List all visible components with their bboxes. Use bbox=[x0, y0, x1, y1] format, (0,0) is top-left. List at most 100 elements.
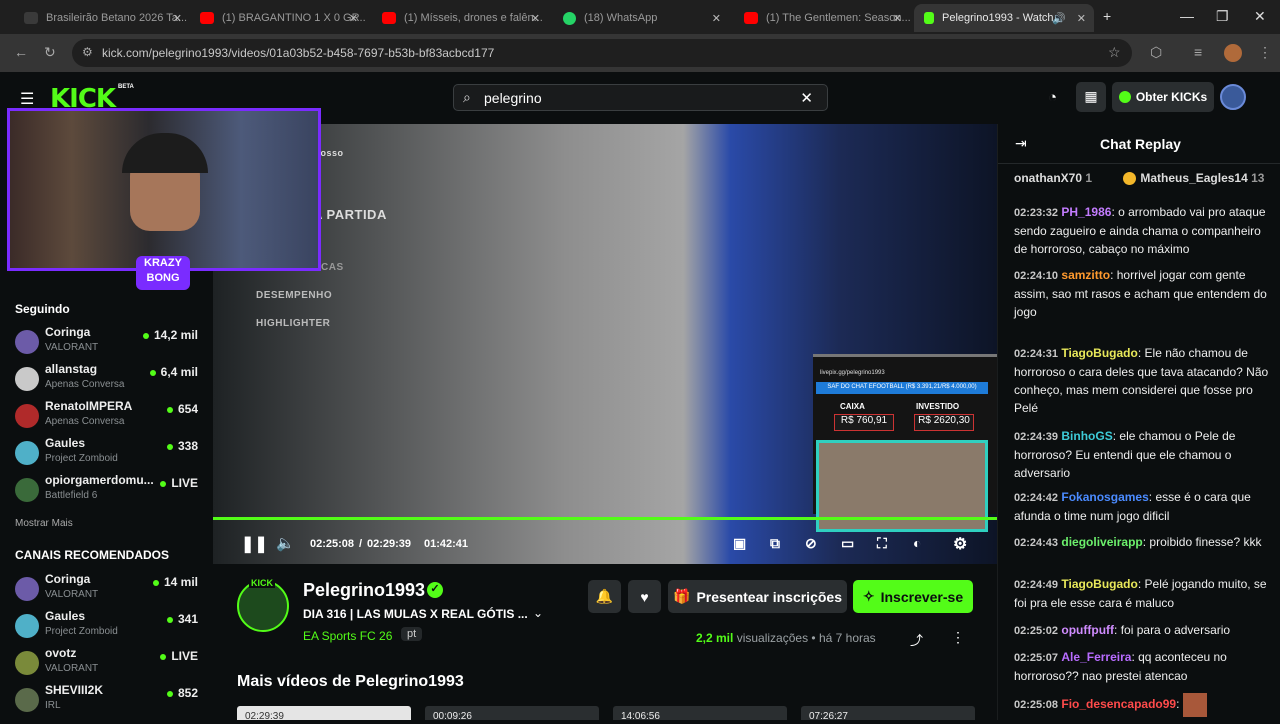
new-tab-icon[interactable]: + bbox=[1103, 8, 1111, 24]
browser-tab[interactable]: (18) WhatsApp ✕ bbox=[553, 4, 729, 32]
chat-message: 02:23:32 PH_1986: o arrombado vai pro at… bbox=[1014, 203, 1269, 258]
chat-message: 02:24:10 samzitto: horrivel jogar com ge… bbox=[1014, 266, 1269, 321]
settings-gear-icon[interactable]: ⚙ bbox=[953, 534, 967, 554]
krazy-bong-logo: KRAZY BONG bbox=[136, 256, 190, 290]
close-window-icon[interactable]: ✕ bbox=[1254, 8, 1266, 25]
browser-menu-icon[interactable]: ⋮ bbox=[1258, 44, 1272, 61]
message-username[interactable]: TiagoBugado bbox=[1061, 577, 1137, 591]
fullscreen-icon[interactable]: ⛶ bbox=[877, 535, 887, 552]
sidebar-channel[interactable]: allanstag Apenas Conversa 6,4 mil bbox=[15, 361, 205, 397]
sidebar-channel[interactable]: Coringa VALORANT 14 mil bbox=[15, 571, 205, 607]
cast-icon[interactable]: ◐ bbox=[913, 535, 921, 551]
channel-name[interactable]: Pelegrino1993 bbox=[303, 580, 425, 601]
stream-title: DIA 316 | LAS MULAS X REAL GÓTIS ... bbox=[303, 607, 528, 621]
message-username[interactable]: Fokanosgames bbox=[1061, 490, 1148, 504]
beta-label: BETA bbox=[118, 84, 134, 90]
message-username[interactable]: Ale_Ferreira bbox=[1061, 650, 1131, 664]
sidebar-channel[interactable]: opiorgamerdomu... Battlefield 6 LIVE bbox=[15, 472, 205, 508]
gift-icon: 🎁 bbox=[673, 588, 691, 604]
user-avatar[interactable] bbox=[1220, 84, 1246, 110]
video-player[interactable]: tosso A PARTIDA CAS DESEMPENHO HIGHLIGHT… bbox=[213, 124, 997, 564]
sidebar-channel[interactable]: Gaules Project Zomboid 338 bbox=[15, 435, 205, 471]
replay-icon[interactable]: ◔ bbox=[1048, 89, 1057, 106]
collapse-chat-icon[interactable]: ⇥ bbox=[1015, 135, 1027, 152]
close-tab-icon[interactable]: ✕ bbox=[712, 12, 721, 25]
site-info-icon[interactable]: ⚙ bbox=[82, 45, 93, 59]
message-username[interactable]: samzitto bbox=[1061, 268, 1110, 282]
category-link[interactable]: EA Sports FC 26 bbox=[303, 629, 392, 643]
show-more-link[interactable]: Mostrar Mais bbox=[15, 518, 73, 529]
chat-message: 02:25:08 Fio_desencapado99: bbox=[1014, 693, 1269, 717]
volume-icon[interactable]: 🔈 bbox=[276, 534, 295, 552]
sidebar-channel[interactable]: RenatoIMPERA Apenas Conversa 654 bbox=[15, 398, 205, 434]
message-username[interactable]: BinhoGS bbox=[1061, 429, 1112, 443]
subscribe-button[interactable]: ✧ Inscrever-se bbox=[853, 580, 973, 613]
verified-icon: ✓ bbox=[427, 582, 443, 598]
live-dot-icon bbox=[160, 480, 167, 487]
extensions-icon[interactable]: ⬡ bbox=[1150, 44, 1162, 61]
sidebar-channel[interactable]: Coringa VALORANT 14,2 mil bbox=[15, 324, 205, 360]
video-thumbnail[interactable]: 07:26:27 bbox=[801, 706, 975, 722]
total-time: 02:29:39 bbox=[367, 538, 412, 550]
expand-chevron-icon[interactable]: ⌄ bbox=[533, 606, 543, 620]
close-tab-icon[interactable]: ✕ bbox=[1077, 12, 1086, 25]
profile-avatar[interactable] bbox=[1224, 44, 1242, 62]
time-separator: / bbox=[359, 538, 363, 550]
message-username[interactable]: opuffpuff bbox=[1061, 623, 1114, 637]
close-tab-icon[interactable]: ✕ bbox=[173, 12, 182, 25]
browser-tab[interactable]: Brasileirão Betano 2026 Ta... ✕ bbox=[14, 4, 190, 32]
maximize-icon[interactable]: ❐ bbox=[1216, 8, 1229, 25]
follow-heart-icon[interactable]: ♥ bbox=[628, 580, 661, 613]
close-tab-icon[interactable]: ✕ bbox=[893, 12, 902, 25]
message-username[interactable]: PH_1986 bbox=[1061, 205, 1111, 219]
chat-panel: ⇥ Chat Replay onathanX70 1 Matheus_Eagle… bbox=[997, 124, 1280, 720]
progress-bar[interactable] bbox=[213, 517, 997, 520]
sidebar-channel[interactable]: ovotz VALORANT LIVE bbox=[15, 645, 205, 681]
message-username[interactable]: diegoliveirapp bbox=[1061, 535, 1142, 549]
recommended-title: CANAIS RECOMENDADOS bbox=[15, 548, 170, 562]
hamburger-menu-icon[interactable]: ☰ bbox=[20, 89, 34, 109]
speaker-icon[interactable]: 🔊 bbox=[1052, 12, 1066, 25]
reading-list-icon[interactable]: ≡ bbox=[1194, 44, 1202, 60]
bookmark-star-icon[interactable]: ☆ bbox=[1108, 44, 1121, 61]
avatar bbox=[15, 441, 39, 465]
reload-icon[interactable]: ↻ bbox=[44, 44, 56, 61]
chat-message: 02:24:49 TiagoBugado: Pelé jogando muito… bbox=[1014, 575, 1269, 612]
clip-icon[interactable]: ⧉ bbox=[770, 535, 780, 552]
minimize-icon[interactable]: — bbox=[1180, 8, 1194, 24]
video-thumbnail[interactable]: 14:06:56 bbox=[613, 706, 787, 722]
browser-tab[interactable]: (1) The Gentlemen: Season... ✕ bbox=[734, 4, 910, 32]
close-tab-icon[interactable]: ✕ bbox=[531, 12, 540, 25]
browser-tab[interactable]: (1) BRAGANTINO 1 X 0 GR... ✕ bbox=[190, 4, 366, 32]
gift-subs-button[interactable]: 🎁 Presentear inscrições bbox=[668, 580, 847, 613]
chat-message: 02:24:31 TiagoBugado: Ele não chamou de … bbox=[1014, 344, 1269, 417]
close-tab-icon[interactable]: ✕ bbox=[349, 12, 358, 25]
search-input[interactable]: ⌕ pelegrino ✕ bbox=[453, 84, 828, 111]
clear-search-icon[interactable]: ✕ bbox=[800, 89, 813, 107]
webcam-overlay bbox=[7, 108, 321, 271]
avatar bbox=[15, 404, 39, 428]
sidebar-channel[interactable]: Gaules Project Zomboid 341 bbox=[15, 608, 205, 644]
message-colon: : bbox=[1176, 697, 1180, 712]
pause-icon[interactable]: ❚❚ bbox=[241, 534, 268, 554]
browser-tab[interactable]: (1) Mísseis, drones e falên... ✕ bbox=[372, 4, 548, 32]
chat-message: 02:25:02 opuffpuff: foi para o adversari… bbox=[1014, 621, 1269, 640]
theater-icon[interactable]: ▭ bbox=[841, 535, 854, 552]
share-icon[interactable]: ⤴ bbox=[910, 630, 923, 649]
sidebar-channel[interactable]: SHEVIII2K IRL 852 bbox=[15, 682, 205, 718]
library-icon[interactable]: ▦ bbox=[1076, 82, 1106, 112]
miniplayer-icon[interactable]: ▣ bbox=[733, 535, 746, 552]
video-thumbnail[interactable]: 00:09:26 bbox=[425, 706, 599, 722]
notification-bell-icon[interactable]: 🔔 bbox=[588, 580, 621, 613]
message-username[interactable]: Fio_desencapado99 bbox=[1061, 697, 1176, 711]
message-username[interactable]: TiagoBugado bbox=[1061, 346, 1137, 360]
back-icon[interactable]: ← bbox=[14, 44, 28, 60]
search-icon: ⌕ bbox=[463, 89, 471, 105]
more-options-icon[interactable]: ⋮ bbox=[951, 629, 965, 646]
get-kicks-button[interactable]: Obter KICKs bbox=[1112, 82, 1214, 112]
captions-off-icon[interactable]: ⊘ bbox=[805, 535, 817, 552]
video-thumbnail[interactable]: 02:29:39 bbox=[237, 706, 411, 722]
language-tag[interactable]: pt bbox=[401, 627, 423, 641]
browser-tab-active[interactable]: Pelegrino1993 - Watch 🔊 ✕ bbox=[914, 4, 1094, 32]
url-field[interactable]: ⚙ kick.com/pelegrino1993/videos/01a03b52-… bbox=[72, 39, 1132, 67]
